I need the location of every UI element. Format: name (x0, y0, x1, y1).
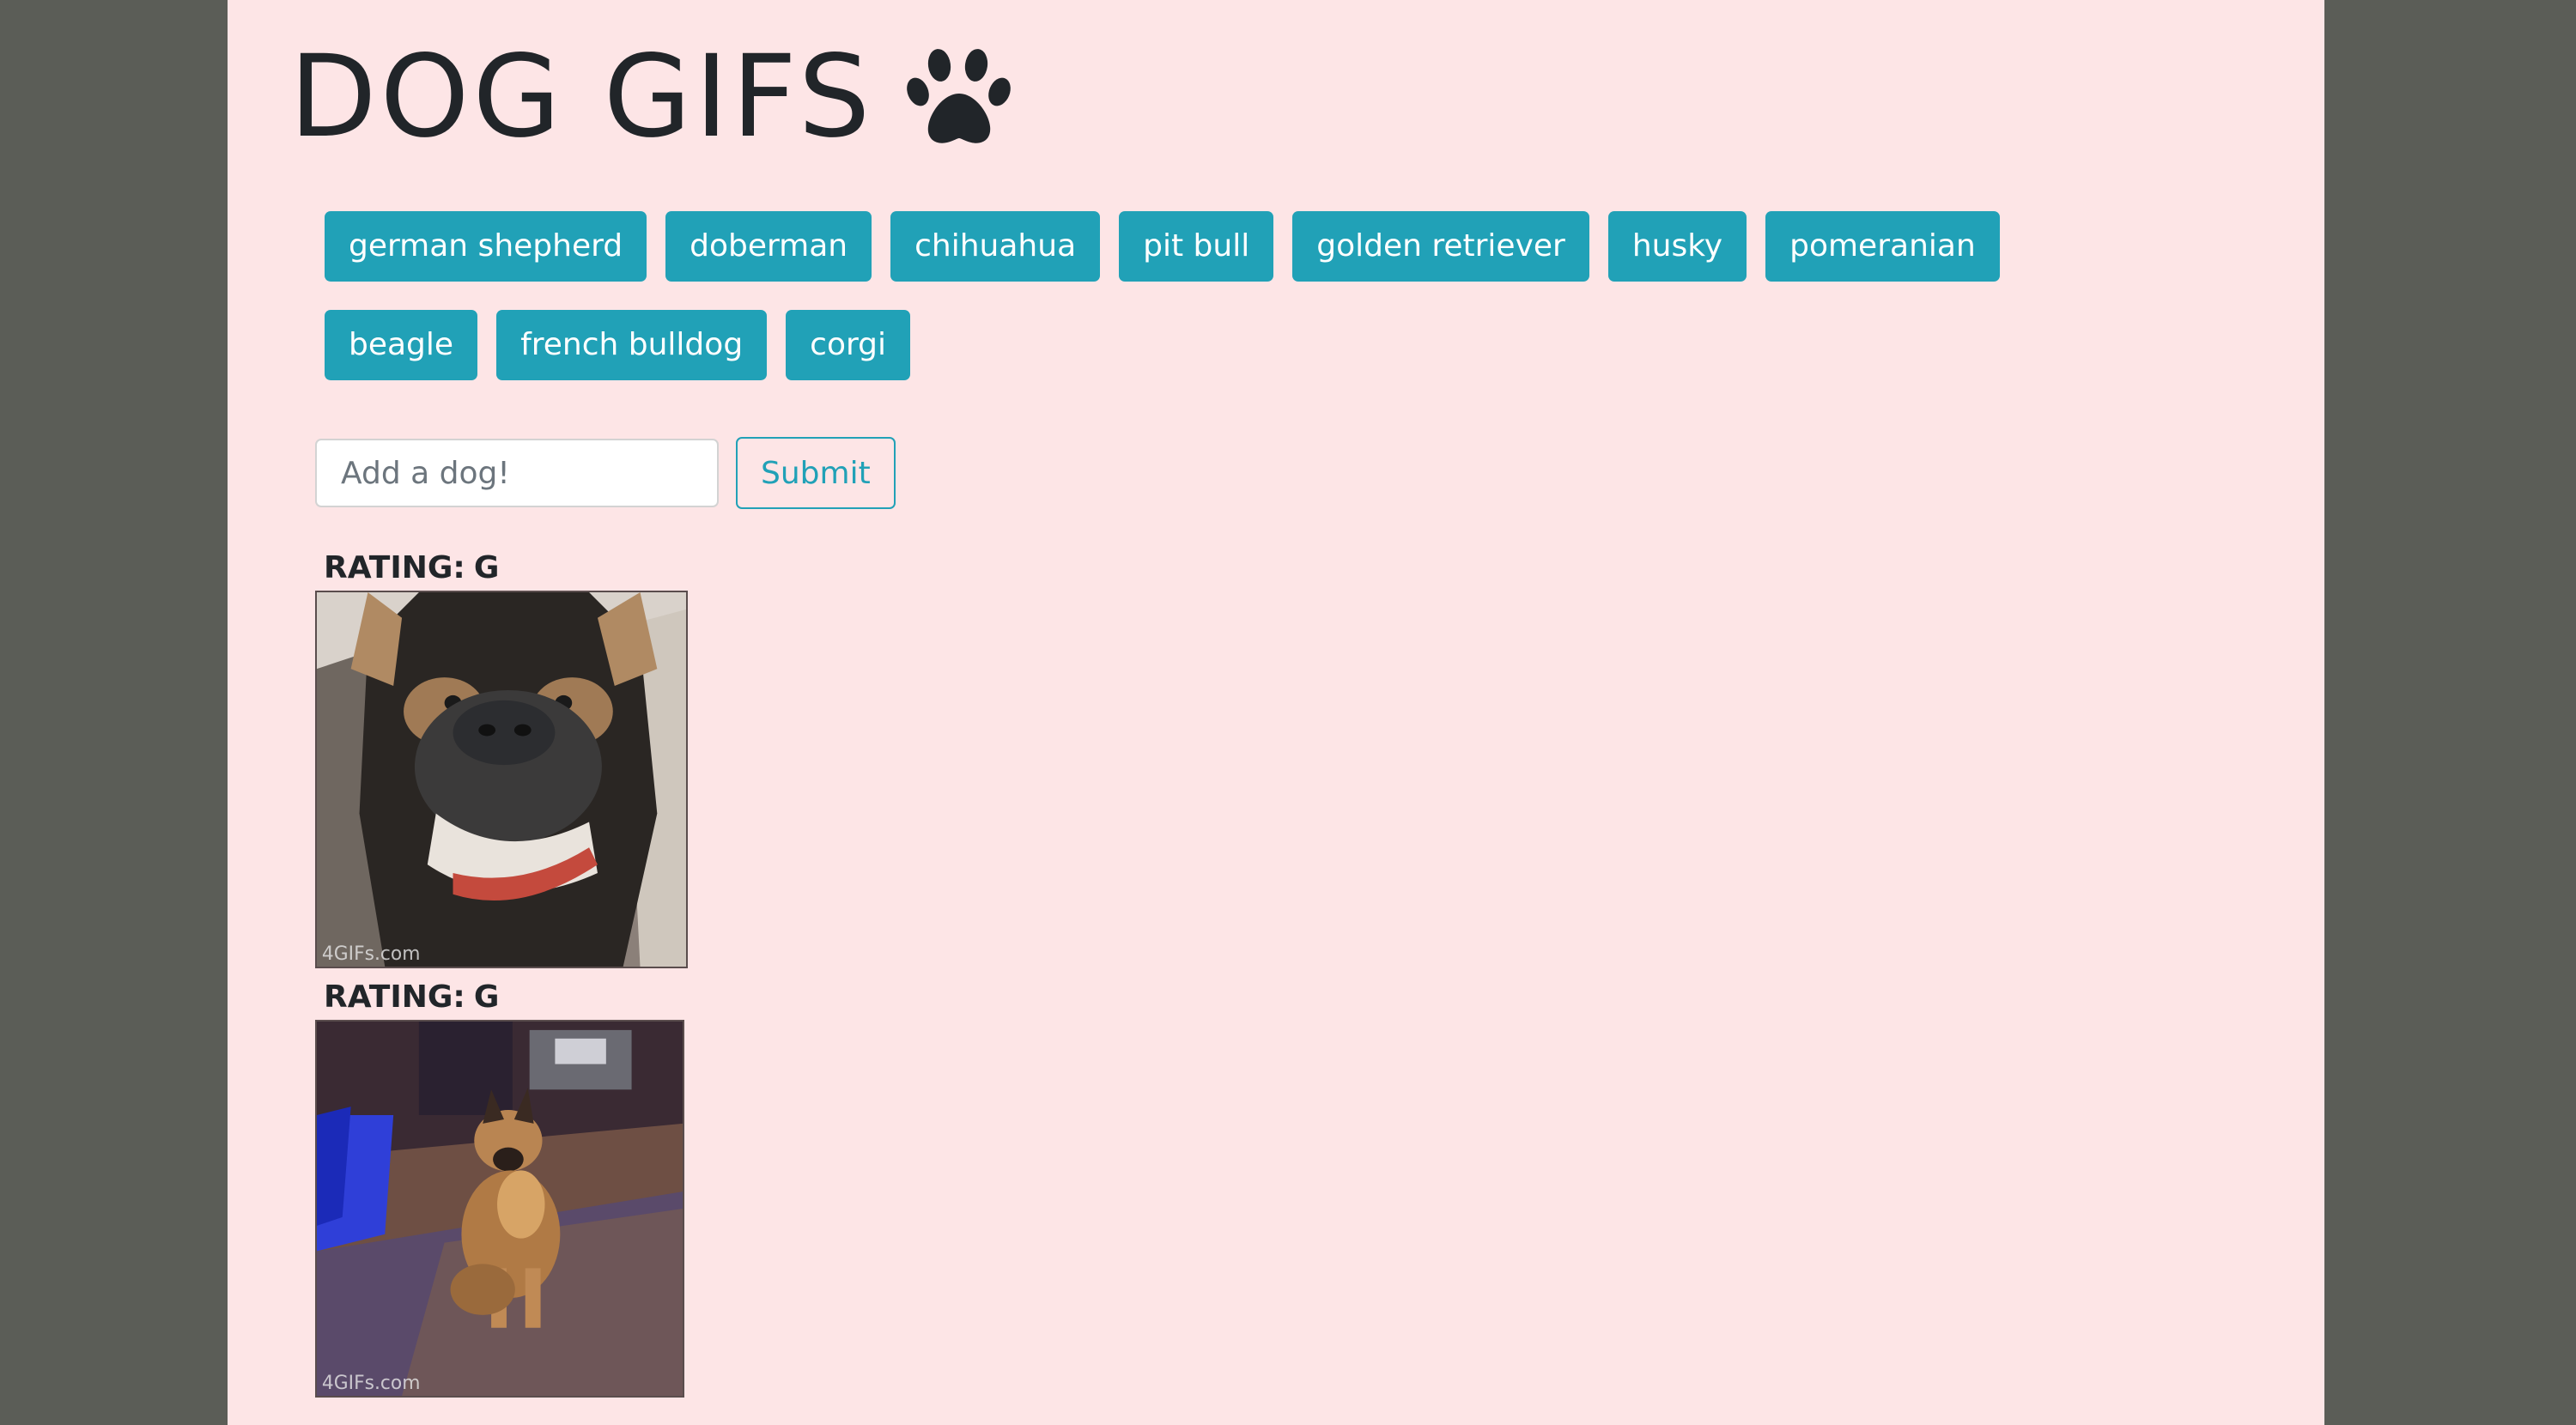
dog-gif-image[interactable]: 4GIFs.com (315, 1020, 684, 1398)
dog-button-chihuahua[interactable]: chihuahua (890, 211, 1101, 282)
dog-button-group: german shepherd doberman chihuahua pit b… (325, 211, 2085, 380)
add-dog-input[interactable] (315, 439, 719, 507)
dog-button-german-shepherd[interactable]: german shepherd (325, 211, 647, 282)
dog-button-doberman[interactable]: doberman (665, 211, 872, 282)
gif-item: RATING: G 4GIFs.com (315, 546, 916, 968)
page-title: DOG GIFS (289, 31, 874, 163)
svg-text:4GIFs.com: 4GIFs.com (322, 1373, 420, 1394)
header: DOG GIFS (289, 33, 1016, 161)
gif-rating: RATING: G (324, 979, 500, 1015)
dog-button-corgi[interactable]: corgi (786, 310, 911, 380)
page-content: DOG GIFS german shepherd doberman chihua… (228, 0, 2324, 1425)
add-dog-form: Submit (315, 437, 896, 509)
submit-button[interactable]: Submit (736, 437, 896, 509)
dog-button-pit-bull[interactable]: pit bull (1119, 211, 1274, 282)
svg-text:4GIFs.com: 4GIFs.com (322, 943, 420, 965)
gif-list: RATING: G 4GIFs.com RATING: G 4GIFs.com (315, 546, 916, 1398)
paw-icon (907, 49, 1012, 143)
dog-button-beagle[interactable]: beagle (325, 310, 478, 380)
dog-button-golden-retriever[interactable]: golden retriever (1292, 211, 1589, 282)
dog-button-husky[interactable]: husky (1607, 211, 1747, 282)
gif-item: RATING: G 4GIFs.com (315, 975, 916, 1398)
dog-gif-image[interactable]: 4GIFs.com (315, 591, 688, 968)
gif-rating: RATING: G (324, 550, 500, 585)
dog-button-pomeranian[interactable]: pomeranian (1765, 211, 2000, 282)
dog-button-french-bulldog[interactable]: french bulldog (496, 310, 768, 380)
